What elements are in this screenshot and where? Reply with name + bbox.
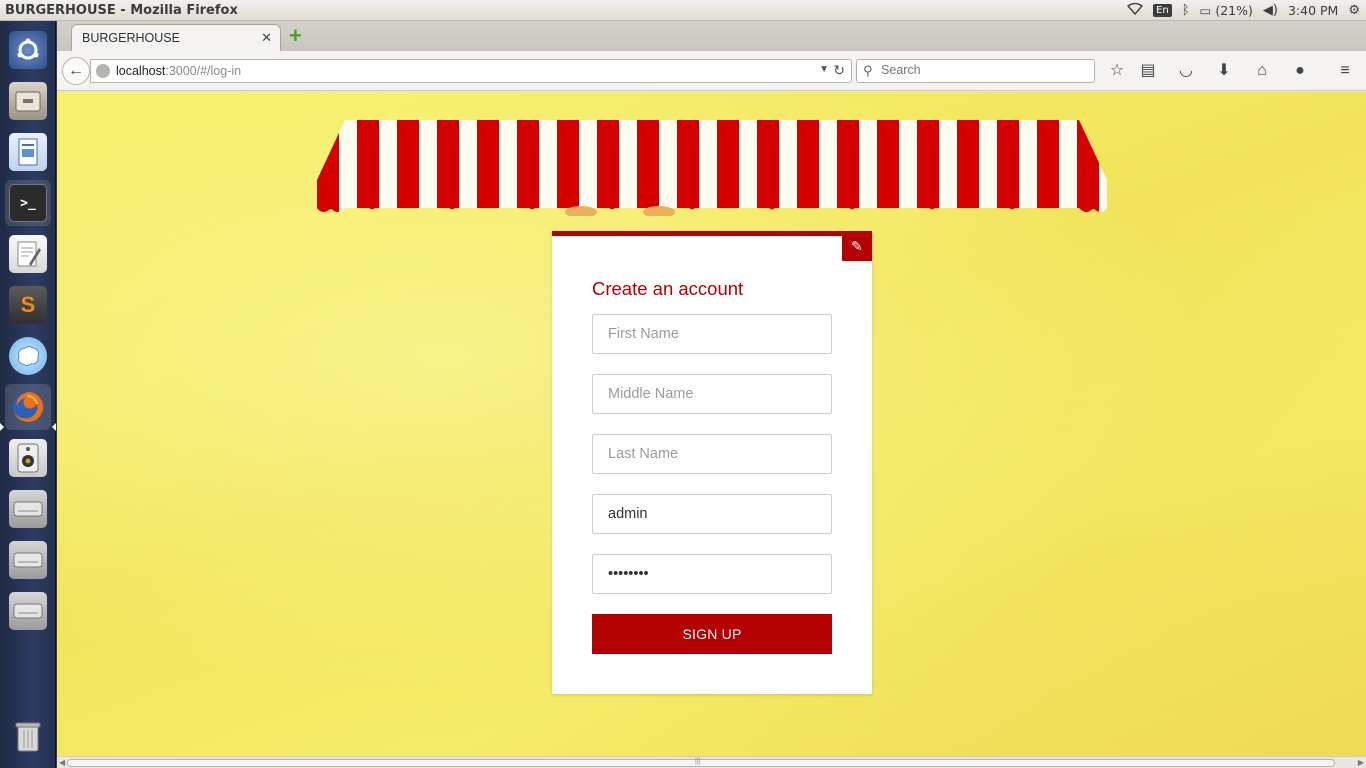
striped-awning bbox=[317, 120, 1107, 216]
new-tab-icon[interactable]: + bbox=[289, 25, 309, 47]
bluetooth-icon[interactable]: ᛒ bbox=[1182, 3, 1190, 18]
sign-up-button[interactable]: SIGN UP bbox=[592, 614, 832, 654]
last-name-field[interactable] bbox=[592, 434, 832, 474]
clock[interactable]: 3:40 PM bbox=[1288, 3, 1338, 18]
text-editor-icon[interactable] bbox=[5, 231, 51, 277]
page-viewport: ✎ Create an account SIGN UP bbox=[57, 92, 1366, 756]
launcher-focus-indicator bbox=[52, 423, 56, 431]
tab-title: BURGERHOUSE bbox=[82, 31, 180, 45]
site-identity-icon[interactable] bbox=[96, 64, 110, 78]
keyboard-layout-indicator[interactable]: En bbox=[1153, 4, 1172, 17]
search-icon: ⚲ bbox=[863, 63, 873, 78]
drive-icon[interactable] bbox=[5, 537, 51, 583]
reload-icon[interactable]: ↻ bbox=[833, 62, 845, 79]
scrollbar-grip-icon: ||| bbox=[695, 758, 701, 765]
first-name-field[interactable] bbox=[592, 314, 832, 354]
url-text: localhost:3000/#/log-in bbox=[116, 64, 241, 78]
history-dropdown-icon[interactable]: ▼ bbox=[819, 64, 829, 75]
reading-list-icon[interactable]: ▤ bbox=[1138, 61, 1158, 81]
writer-icon[interactable] bbox=[5, 129, 51, 175]
password-field[interactable] bbox=[592, 554, 832, 594]
downloads-icon[interactable]: ⬇ bbox=[1214, 61, 1234, 81]
scroll-right-icon[interactable]: ▶ bbox=[1358, 758, 1364, 767]
url-bar[interactable]: localhost:3000/#/log-in ▼ ↻ bbox=[90, 59, 852, 83]
home-icon[interactable]: ⌂ bbox=[1252, 61, 1272, 81]
firefox-window: BURGERHOUSE ✕ + ← localhost:3000/#/log-i… bbox=[57, 21, 1366, 768]
search-bar[interactable]: ⚲ bbox=[856, 59, 1095, 83]
sublime-icon[interactable]: S bbox=[5, 282, 51, 328]
battery-icon: ▭ bbox=[1199, 3, 1212, 18]
firefox-icon[interactable] bbox=[5, 384, 51, 430]
brain-app-icon[interactable] bbox=[5, 333, 51, 379]
battery-indicator[interactable]: ▭ (21%) bbox=[1200, 3, 1253, 18]
scroll-left-icon[interactable]: ◀ bbox=[59, 758, 65, 767]
battery-percent: (21%) bbox=[1215, 3, 1253, 18]
search-input[interactable] bbox=[881, 63, 1081, 77]
chat-icon[interactable]: ● bbox=[1290, 61, 1310, 81]
terminal-icon[interactable]: >_ bbox=[5, 180, 51, 226]
unity-launcher: >_ S bbox=[0, 21, 56, 768]
tab-burgerhouse[interactable]: BURGERHOUSE ✕ bbox=[71, 24, 281, 51]
launcher-active-indicator bbox=[0, 423, 4, 431]
horizontal-scrollbar[interactable]: ◀ ||| ▶ bbox=[57, 756, 1366, 768]
tab-strip: BURGERHOUSE ✕ + bbox=[57, 21, 1366, 51]
system-top-bar: BURGERHOUSE - Mozilla Firefox En ᛒ ▭ (21… bbox=[0, 0, 1366, 21]
form-heading: Create an account bbox=[592, 278, 744, 299]
window-title: BURGERHOUSE - Mozilla Firefox bbox=[5, 2, 238, 18]
settings-gear-icon[interactable]: ⚙ bbox=[1348, 3, 1360, 18]
back-button[interactable]: ← bbox=[62, 57, 90, 85]
edit-pencil-icon[interactable]: ✎ bbox=[842, 231, 872, 261]
username-field[interactable] bbox=[592, 494, 832, 534]
url-path: :3000/#/log-in bbox=[165, 64, 242, 78]
signup-card: ✎ Create an account SIGN UP bbox=[552, 231, 872, 694]
menu-icon[interactable]: ≡ bbox=[1335, 61, 1355, 81]
close-tab-icon[interactable]: ✕ bbox=[261, 30, 272, 46]
ubuntu-dash-icon[interactable] bbox=[5, 27, 51, 73]
speaker-icon[interactable] bbox=[5, 435, 51, 481]
wifi-icon[interactable] bbox=[1127, 2, 1144, 19]
scrollbar-thumb[interactable] bbox=[67, 759, 1335, 767]
back-arrow-icon: ← bbox=[68, 62, 84, 79]
navigation-toolbar: ← localhost:3000/#/log-in ▼ ↻ ⚲ ☆ ▤ ◡ ⬇ … bbox=[57, 51, 1366, 91]
drive-icon[interactable] bbox=[5, 486, 51, 532]
bookmark-star-icon[interactable]: ☆ bbox=[1107, 61, 1127, 81]
trash-icon[interactable] bbox=[5, 714, 51, 760]
files-icon[interactable] bbox=[5, 78, 51, 124]
drive-icon[interactable] bbox=[5, 588, 51, 634]
system-tray: En ᛒ ▭ (21%) ◀) 3:40 PM ⚙ bbox=[1127, 0, 1360, 21]
middle-name-field[interactable] bbox=[592, 374, 832, 414]
url-host: localhost bbox=[116, 64, 166, 78]
volume-icon[interactable]: ◀) bbox=[1263, 3, 1278, 18]
pocket-icon[interactable]: ◡ bbox=[1176, 61, 1196, 81]
